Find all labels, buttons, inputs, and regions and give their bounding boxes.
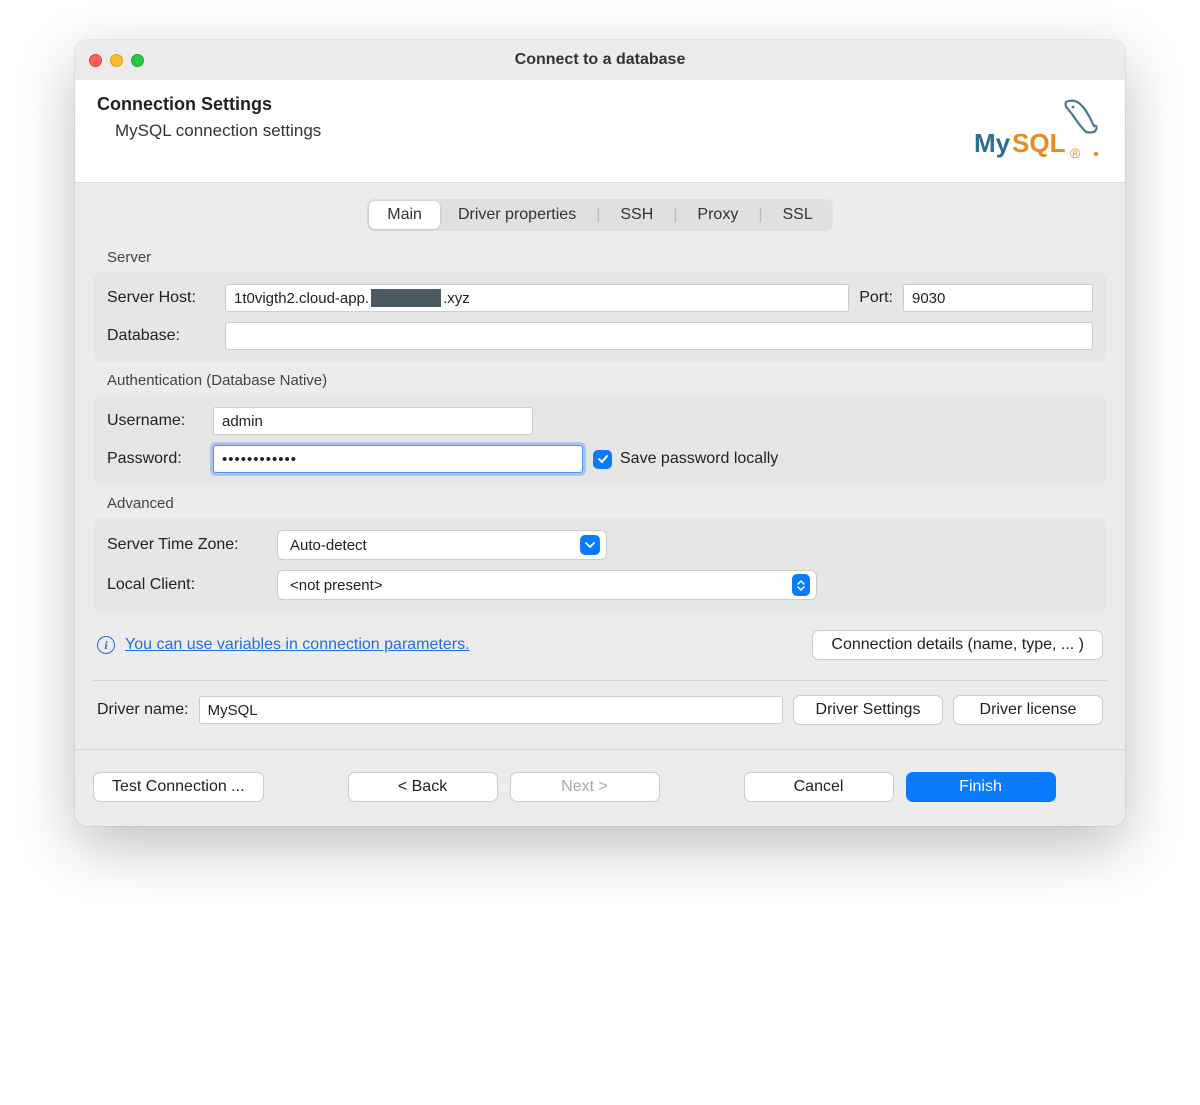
- minimize-window-button[interactable]: [110, 54, 123, 67]
- page-title: Connection Settings: [97, 94, 321, 115]
- page-subtitle: MySQL connection settings: [97, 121, 321, 141]
- svg-text:My: My: [974, 128, 1011, 158]
- footer-bar: Test Connection ... < Back Next > Cancel…: [75, 749, 1125, 826]
- password-input[interactable]: [213, 445, 583, 473]
- database-input[interactable]: [225, 322, 1093, 350]
- info-icon: i: [97, 636, 115, 654]
- driver-name-label: Driver name:: [97, 701, 189, 719]
- test-connection-button[interactable]: Test Connection ...: [93, 772, 264, 802]
- tab-main[interactable]: Main: [369, 201, 440, 229]
- password-label: Password:: [107, 450, 203, 468]
- username-input[interactable]: [213, 407, 533, 435]
- server-group: Server Host: 1t0vigth2.cloud-app..xyz Po…: [93, 272, 1107, 362]
- variables-link[interactable]: You can use variables in connection para…: [125, 636, 470, 654]
- driver-row: Driver name: Driver Settings Driver lice…: [93, 693, 1107, 745]
- finish-button[interactable]: Finish: [906, 772, 1056, 802]
- driver-settings-button[interactable]: Driver Settings: [793, 695, 943, 725]
- traffic-lights: [75, 54, 144, 67]
- server-host-input[interactable]: 1t0vigth2.cloud-app..xyz: [225, 284, 849, 312]
- mysql-logo-icon: My SQL ®: [968, 94, 1103, 164]
- check-icon: [597, 453, 609, 465]
- svg-text:®: ®: [1070, 145, 1081, 161]
- titlebar: Connect to a database: [75, 40, 1125, 80]
- driver-name-input[interactable]: [199, 696, 783, 724]
- advanced-group: Server Time Zone: Auto-detect Local Clie…: [93, 518, 1107, 612]
- divider: [93, 680, 1107, 681]
- timezone-select[interactable]: Auto-detect: [277, 530, 607, 560]
- cancel-button[interactable]: Cancel: [744, 772, 894, 802]
- save-password-checkbox[interactable]: [593, 450, 612, 469]
- tab-ssh[interactable]: SSH: [602, 201, 671, 229]
- info-row: i You can use variables in connection pa…: [93, 612, 1107, 664]
- maximize-window-button[interactable]: [131, 54, 144, 67]
- tab-ssl[interactable]: SSL: [764, 201, 830, 229]
- back-button[interactable]: < Back: [348, 772, 498, 802]
- server-group-label: Server: [93, 239, 1107, 272]
- svg-text:SQL: SQL: [1012, 128, 1066, 158]
- header-panel: Connection Settings MySQL connection set…: [75, 80, 1125, 183]
- timezone-label: Server Time Zone:: [107, 536, 267, 554]
- content-area: Main Driver properties | SSH | Proxy | S…: [75, 183, 1125, 749]
- port-label: Port:: [859, 289, 893, 307]
- redacted-segment: [371, 289, 441, 307]
- save-password-label: Save password locally: [620, 450, 778, 468]
- dialog-window: Connect to a database Connection Setting…: [75, 40, 1125, 826]
- chevron-down-icon: [580, 535, 600, 555]
- window-title: Connect to a database: [75, 51, 1125, 69]
- port-input[interactable]: [903, 284, 1093, 312]
- advanced-group-label: Advanced: [93, 485, 1107, 518]
- server-host-label: Server Host:: [107, 289, 215, 307]
- local-client-select[interactable]: <not present>: [277, 570, 817, 600]
- auth-group: Username: Password: Save password locall…: [93, 395, 1107, 485]
- next-button: Next >: [510, 772, 660, 802]
- close-window-button[interactable]: [89, 54, 102, 67]
- driver-license-button[interactable]: Driver license: [953, 695, 1103, 725]
- username-label: Username:: [107, 412, 203, 430]
- tabs: Main Driver properties | SSH | Proxy | S…: [367, 199, 832, 231]
- connection-details-button[interactable]: Connection details (name, type, ... ): [812, 630, 1103, 660]
- stepper-icon: [792, 574, 810, 596]
- tab-proxy[interactable]: Proxy: [679, 201, 756, 229]
- local-client-label: Local Client:: [107, 576, 267, 594]
- database-label: Database:: [107, 327, 215, 345]
- tab-driver-properties[interactable]: Driver properties: [440, 201, 594, 229]
- auth-group-label: Authentication (Database Native): [93, 362, 1107, 395]
